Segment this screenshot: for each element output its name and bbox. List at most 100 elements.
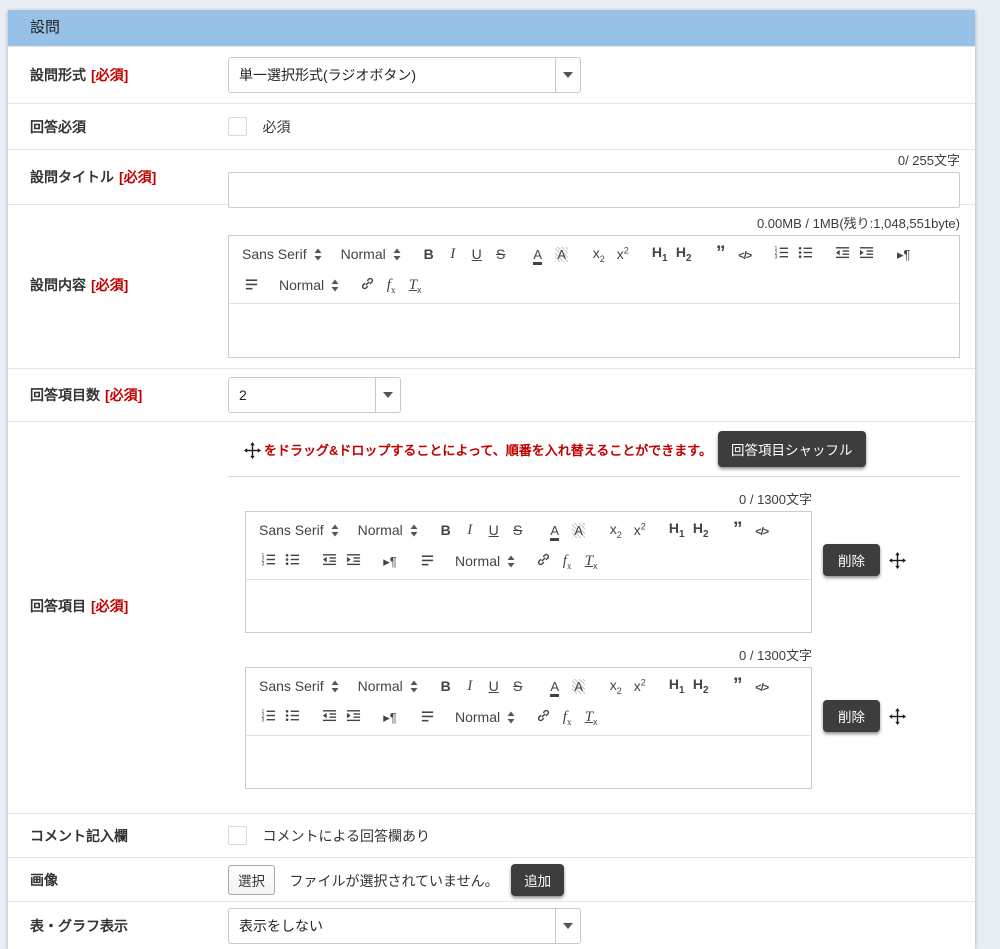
toolbar-header-1-button[interactable]: H1 (648, 243, 672, 265)
toolbar-link-button[interactable] (531, 706, 555, 728)
paragraph-select[interactable]: Normal (276, 274, 342, 296)
delete-answer-1-button[interactable]: 削除 (823, 544, 880, 576)
question-content-editarea[interactable] (229, 303, 959, 357)
delete-answer-2-button[interactable]: 削除 (823, 700, 880, 732)
toolbar-clean-format-button[interactable]: Tx (579, 550, 603, 572)
toolbar-header-2-button[interactable]: H2 (672, 243, 696, 265)
toolbar-strike-button[interactable]: S (506, 675, 530, 697)
size-select[interactable]: Normal (355, 675, 421, 697)
toolbar-indent-button[interactable] (855, 243, 879, 265)
toolbar-italic-button[interactable]: I (458, 675, 482, 697)
toolbar-header-1-button[interactable]: H1 (665, 675, 689, 697)
toolbar-link-button[interactable] (531, 550, 555, 572)
answer-items-label: 回答項目[必須] (8, 596, 228, 616)
chevron-down-icon[interactable] (375, 378, 400, 412)
toolbar-blockquote-button[interactable]: ” (726, 675, 750, 697)
toolbar-code-block-button[interactable]: </> (750, 675, 774, 697)
toolbar-ordered-list-button[interactable]: 123 (256, 706, 280, 728)
comment-checkbox-label: コメントによる回答欄あり (262, 828, 430, 844)
paragraph-select[interactable]: Normal (452, 706, 518, 728)
answer-count-select[interactable]: 2 (228, 377, 401, 413)
chevron-down-icon[interactable] (555, 58, 580, 92)
size-select[interactable]: Normal (338, 243, 404, 265)
toolbar-underline-button[interactable]: U (482, 675, 506, 697)
toolbar-clean-format-button[interactable]: Tx (579, 706, 603, 728)
question-title-input[interactable] (228, 172, 960, 208)
toolbar-text-color-button[interactable]: A (543, 519, 567, 541)
toolbar-indent-button[interactable] (341, 706, 365, 728)
toolbar-align-button[interactable] (415, 706, 439, 728)
toolbar-underline-button[interactable]: U (465, 243, 489, 265)
toolbar-subscript-button[interactable]: x2 (604, 675, 628, 697)
toolbar-background-color-button[interactable]: A (567, 675, 591, 697)
toolbar-header-1-button[interactable]: H1 (665, 519, 689, 541)
toolbar-strike-button[interactable]: S (506, 519, 530, 541)
toolbar-header-2-button[interactable]: H2 (689, 519, 713, 541)
toolbar-subscript-button[interactable]: x2 (604, 519, 628, 541)
link-icon (360, 276, 375, 294)
font-select[interactable]: Sans Serif (256, 519, 342, 541)
toolbar-header-2-button[interactable]: H2 (689, 675, 713, 697)
comment-checkbox[interactable] (228, 826, 247, 845)
toolbar-strike-button[interactable]: S (489, 243, 513, 265)
text-direction-icon: ▸¶ (383, 553, 397, 570)
toolbar-clean-format-button[interactable]: Tx (403, 274, 427, 296)
toolbar-italic-button[interactable]: I (458, 519, 482, 541)
toolbar-link-button[interactable] (355, 274, 379, 296)
toolbar-align-button[interactable] (239, 274, 263, 296)
paragraph-select[interactable]: Normal (452, 550, 518, 572)
font-select[interactable]: Sans Serif (256, 675, 342, 697)
chart-display-select[interactable]: 表示をしない (228, 908, 581, 944)
font-select[interactable]: Sans Serif (239, 243, 325, 265)
toolbar-superscript-button[interactable]: x2 (611, 243, 635, 265)
toolbar-ordered-list-button[interactable]: 123 (770, 243, 794, 265)
toolbar-blockquote-button[interactable]: ” (726, 519, 750, 541)
toolbar-formula-button[interactable]: fx (379, 274, 403, 296)
toolbar-superscript-button[interactable]: x2 (628, 675, 652, 697)
toolbar-outdent-button[interactable] (831, 243, 855, 265)
toolbar-text-direction-button[interactable]: ▸¶ (378, 550, 402, 572)
toolbar-formula-button[interactable]: fx (555, 550, 579, 572)
question-type-select[interactable]: 単一選択形式(ラジオボタン) (228, 57, 581, 93)
toolbar-formula-button[interactable]: fx (555, 706, 579, 728)
toolbar-blockquote-button[interactable]: ” (709, 243, 733, 265)
align-icon (244, 276, 259, 294)
toolbar-code-block-button[interactable]: </> (733, 243, 757, 265)
toolbar-italic-button[interactable]: I (441, 243, 465, 265)
answer-2-editarea[interactable] (246, 735, 811, 788)
toolbar-bullet-list-button[interactable] (280, 706, 304, 728)
clean-format-icon: Tx (409, 276, 422, 295)
toolbar-bullet-list-button[interactable] (280, 550, 304, 572)
drag-handle-icon[interactable] (889, 552, 906, 569)
toolbar-bold-button[interactable]: B (434, 675, 458, 697)
toolbar-code-block-button[interactable]: </> (750, 519, 774, 541)
toolbar-superscript-button[interactable]: x2 (628, 519, 652, 541)
toolbar-bullet-list-button[interactable] (794, 243, 818, 265)
toolbar-bold-button[interactable]: B (417, 243, 441, 265)
code-block-icon: </> (738, 246, 751, 262)
toolbar-background-color-button[interactable]: A (567, 519, 591, 541)
toolbar-align-button[interactable] (415, 550, 439, 572)
toolbar-indent-button[interactable] (341, 550, 365, 572)
answer-required-checkbox[interactable] (228, 117, 247, 136)
answer-1-editarea[interactable] (246, 579, 811, 632)
chevron-down-icon[interactable] (555, 909, 580, 943)
toolbar-outdent-button[interactable] (317, 550, 341, 572)
toolbar-background-color-button[interactable]: A (550, 243, 574, 265)
toolbar-outdent-button[interactable] (317, 706, 341, 728)
toolbar-text-color-button[interactable]: A (543, 675, 567, 697)
toolbar-subscript-button[interactable]: x2 (587, 243, 611, 265)
size-select[interactable]: Normal (355, 519, 421, 541)
drag-handle-icon[interactable] (889, 708, 906, 725)
align-icon (420, 708, 435, 726)
file-select-button[interactable]: 選択 (228, 865, 275, 895)
add-image-button[interactable]: 追加 (511, 864, 564, 896)
toolbar-underline-button[interactable]: U (482, 519, 506, 541)
toolbar-ordered-list-button[interactable]: 123 (256, 550, 280, 572)
shuffle-answers-button[interactable]: 回答項目シャッフル (718, 431, 866, 467)
toolbar-bold-button[interactable]: B (434, 519, 458, 541)
toolbar-text-direction-button[interactable]: ▸¶ (892, 243, 916, 265)
link-icon (536, 708, 551, 726)
toolbar-text-color-button[interactable]: A (526, 243, 550, 265)
toolbar-text-direction-button[interactable]: ▸¶ (378, 706, 402, 728)
